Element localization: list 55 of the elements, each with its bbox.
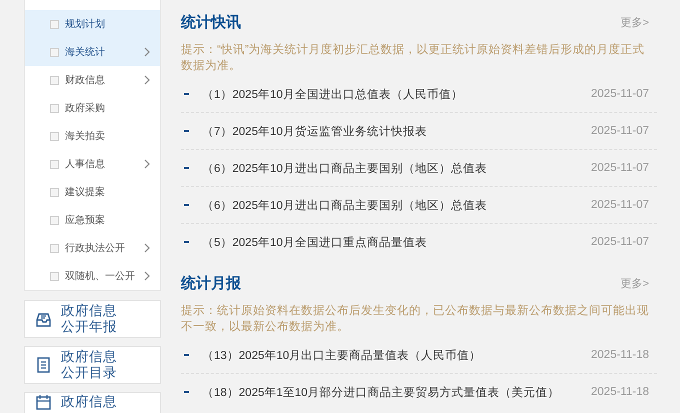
card-title: 政府信息 <box>61 394 117 410</box>
list-link[interactable]: （18）2025年1至10月部分进口商品主要贸易方式量值表（美元值） <box>202 384 592 400</box>
square-icon <box>50 272 59 280</box>
date-text: 2025-11-07 <box>591 162 649 174</box>
sidebar-item[interactable]: 人事信息 <box>25 150 160 178</box>
list-link[interactable]: （13）2025年10月出口主要商品量值表（人民币值） <box>202 348 592 362</box>
dash-icon <box>184 130 189 132</box>
dash-icon <box>184 241 189 243</box>
sidebar-item[interactable]: 海关统计 <box>25 38 160 66</box>
calendar-icon <box>35 394 52 412</box>
link-card[interactable]: 政府信息 <box>24 392 161 413</box>
sidebar-item[interactable]: 政府采购 <box>25 94 160 122</box>
square-icon <box>50 76 59 84</box>
dash-icon <box>184 93 189 95</box>
list-link[interactable]: （1）2025年10月全国进出口总值表（人民币值） <box>202 86 592 102</box>
date-text: 2025-11-18 <box>591 349 649 361</box>
document-list-icon <box>35 356 52 374</box>
dash-icon <box>184 354 189 356</box>
square-icon <box>50 48 59 56</box>
square-icon <box>50 160 59 168</box>
dash-icon <box>184 167 189 169</box>
date-text: 2025-11-07 <box>591 199 649 211</box>
list-link[interactable]: （6）2025年10月进出口商品主要国别（地区）总值表 <box>202 198 592 212</box>
notice-text: 提示：统计原始资料在数据公布后发生变化的，已公布数据与最新公布数据之间可能出现不一致，以最新公布数据为准。 <box>181 303 650 335</box>
dash-icon <box>184 204 189 206</box>
sidebar-item[interactable]: 应急预案 <box>25 206 160 234</box>
sidebar-item[interactable]: 双随机、一公开 <box>25 262 160 290</box>
section-title: 统计月报 <box>181 274 241 292</box>
sidebar-item[interactable]: 财政信息 <box>25 66 160 94</box>
link-card[interactable]: 政府信息 公开年报 <box>24 300 161 338</box>
square-icon <box>50 244 59 252</box>
section-title: 统计快讯 <box>181 12 241 32</box>
square-icon <box>50 188 59 196</box>
card-title: 政府信息 <box>61 303 117 319</box>
dash-icon <box>184 391 189 393</box>
list-link[interactable]: （6）2025年10月进出口商品主要国别（地区）总值表 <box>202 160 592 176</box>
square-icon <box>50 104 59 112</box>
list-link[interactable]: （7）2025年10月货运监管业务统计快报表 <box>202 124 592 138</box>
sidebar-item[interactable]: 海关拍卖 <box>25 122 160 150</box>
square-icon <box>50 216 59 224</box>
square-icon <box>50 20 59 28</box>
notice-text: 提示：“快讯”为海关统计月度初步汇总数据，以更正统计原始资料差错后形成的月度正式数据为准。 <box>181 42 646 74</box>
sidebar-item[interactable]: 建议提案 <box>25 178 160 206</box>
date-text: 2025-11-07 <box>591 88 649 100</box>
date-text: 2025-11-18 <box>591 386 649 398</box>
square-icon <box>50 132 59 140</box>
card-title: 公开年报 <box>61 319 117 335</box>
link-card[interactable]: 政府信息 公开目录 <box>24 346 161 384</box>
sidebar-item[interactable]: 规划计划 <box>25 10 160 38</box>
date-text: 2025-11-07 <box>591 125 649 137</box>
card-title: 公开目录 <box>61 365 117 381</box>
sidebar-item[interactable]: 行政执法公开 <box>25 234 160 262</box>
date-text: 2025-11-07 <box>591 236 649 248</box>
card-title: 政府信息 <box>61 349 117 365</box>
list-link[interactable]: （5）2025年10月全国进口重点商品量值表 <box>202 234 592 250</box>
